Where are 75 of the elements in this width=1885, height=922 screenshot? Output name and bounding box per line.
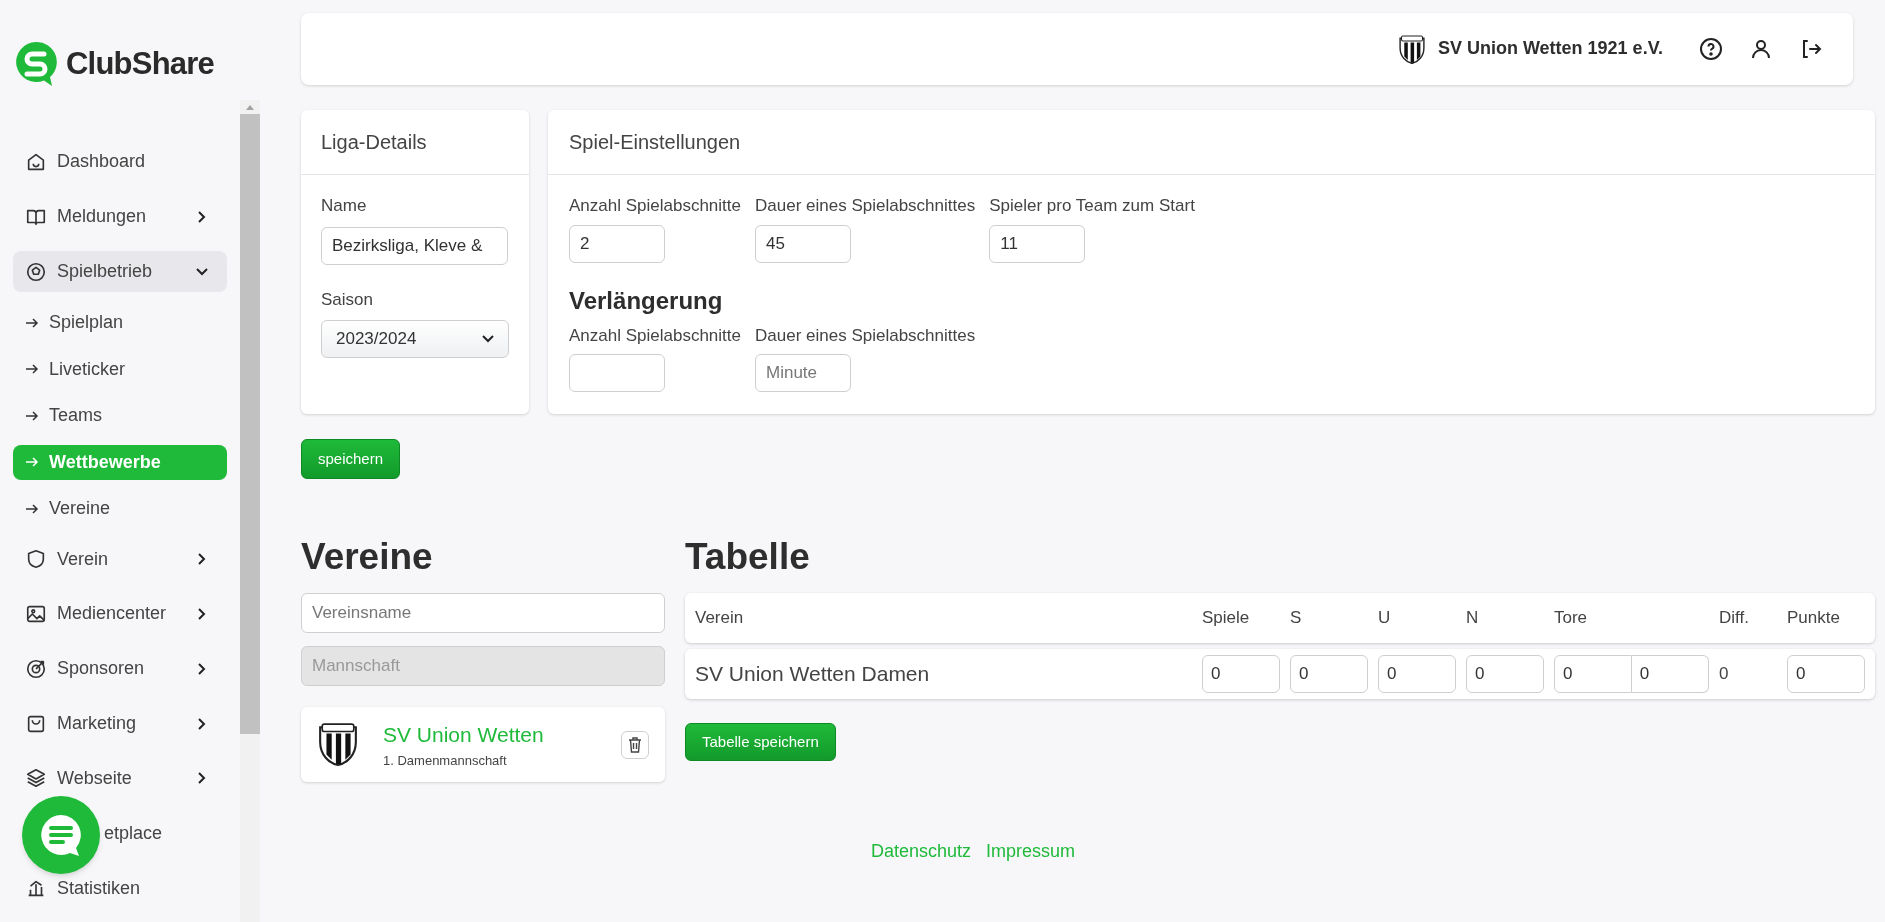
sidebar-item[interactable]: Verein	[13, 538, 227, 581]
season-select[interactable]: 2023/2024	[321, 320, 509, 358]
nav-icon	[25, 657, 47, 680]
sidebar-item[interactable]: Marketing	[13, 702, 227, 745]
trash-icon	[628, 736, 642, 753]
column-header: Diff.	[1719, 607, 1750, 630]
field-label: Anzahl Spielabschnitte	[569, 195, 741, 217]
sidebar-item[interactable]: Sponsoren	[13, 647, 227, 690]
table-input[interactable]: 0	[1290, 655, 1368, 693]
sidebar-subitem[interactable]: Liveticker	[13, 352, 227, 387]
name-field[interactable]: Bezirksliga, Kleve &	[321, 226, 508, 265]
sidebar-item[interactable]: Webseite	[13, 757, 227, 800]
table-input[interactable]: 0	[1554, 655, 1632, 693]
section-heading: Verlängerung	[569, 285, 724, 316]
card-title: Liga-Details	[321, 130, 427, 155]
club-name-field[interactable]: Vereinsname	[301, 593, 665, 633]
sidebar-subitem[interactable]: Teams	[13, 398, 227, 434]
logo-icon	[14, 40, 58, 88]
team-name: 1. Damenmannschaft	[383, 751, 508, 770]
chat-button[interactable]	[22, 796, 100, 874]
column-header: Tore	[1554, 607, 1589, 630]
section-heading: Vereine	[301, 535, 434, 579]
field-label: Spieler pro Team zum Start	[989, 195, 1195, 217]
column-header: Verein	[695, 607, 745, 630]
number-field[interactable]: 11	[989, 224, 1086, 263]
number-field[interactable]: 2	[569, 224, 665, 263]
table-input[interactable]: 0	[1787, 655, 1865, 693]
nav-icon	[25, 260, 47, 283]
field-label: Dauer eines Spielabschnittes	[755, 195, 976, 217]
club-crest-icon	[317, 721, 359, 768]
column-header: N	[1466, 607, 1480, 630]
field-label: Saison	[321, 288, 374, 311]
app-logo-text: ClubShare	[66, 44, 215, 83]
delete-button[interactable]	[621, 730, 649, 759]
number-field[interactable]: 45	[755, 224, 851, 263]
arrow-icon	[25, 316, 39, 329]
dropdown-caret-icon	[482, 335, 494, 343]
nav-icon	[25, 767, 47, 790]
table-input[interactable]: 0	[1466, 655, 1544, 693]
table-cell-text: 0	[1719, 663, 1730, 686]
chat-icon	[38, 812, 84, 858]
column-header: S	[1290, 607, 1303, 630]
help-icon[interactable]	[1699, 37, 1723, 61]
club-name: SV Union Wetten 1921 e.V.	[1437, 37, 1663, 61]
scrollbar[interactable]	[240, 100, 260, 922]
card-title: Spiel-Einstellungen	[569, 130, 741, 155]
arrow-icon	[25, 409, 39, 422]
sidebar-subitem[interactable]: Vereine	[13, 491, 227, 527]
arrow-icon	[25, 363, 39, 376]
scrollbar-thumb[interactable]	[240, 114, 260, 734]
club-crest-icon	[1397, 33, 1426, 65]
sidebar-subitem[interactable]: Spielplan	[13, 305, 227, 341]
field-label: Dauer eines Spielabschnittes	[755, 324, 976, 347]
table-input[interactable]: 0	[1378, 655, 1456, 693]
number-field[interactable]: Minute	[755, 354, 851, 392]
sidebar-item[interactable]: Meldungen	[13, 195, 227, 238]
column-header: Punkte	[1787, 607, 1841, 630]
user-icon[interactable]	[1749, 37, 1773, 61]
column-header: Spiele	[1202, 607, 1251, 630]
table-input[interactable]: 0	[1202, 655, 1280, 693]
table-input[interactable]: 0	[1631, 655, 1709, 693]
section-heading: Tabelle	[685, 535, 811, 579]
number-field[interactable]	[569, 354, 665, 392]
field-label: Name	[321, 195, 368, 217]
team-name: SV Union Wetten Damen	[695, 661, 931, 688]
column-header: U	[1378, 607, 1392, 630]
nav-icon	[25, 548, 47, 571]
arrow-icon	[25, 502, 39, 515]
sidebar-item[interactable]: etplace	[104, 819, 163, 847]
sidebar-item[interactable]: Statistiken	[13, 867, 227, 909]
arrow-icon	[25, 456, 39, 469]
field-label: Anzahl Spielabschnitte	[569, 324, 741, 347]
sidebar-item[interactable]: Mediencenter	[13, 593, 227, 635]
sidebar-item[interactable]: Dashboard	[13, 141, 227, 183]
sidebar-item[interactable]: Spielbetrieb	[13, 250, 227, 293]
